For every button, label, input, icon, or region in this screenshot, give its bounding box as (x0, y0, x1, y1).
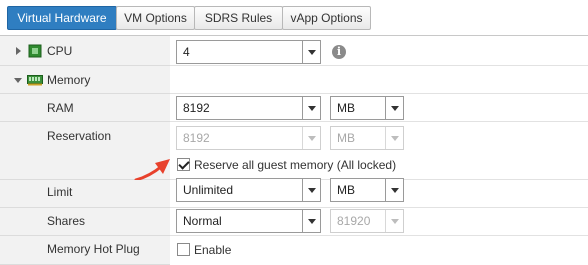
cpu-chip-icon (28, 44, 42, 58)
chevron-down-icon[interactable] (302, 210, 320, 232)
limit-unit-select[interactable]: MB (330, 178, 404, 202)
hot-plug-label: Memory Hot Plug (47, 242, 140, 256)
reserve-all-label: Reserve all guest memory (All locked) (194, 158, 397, 172)
tab-vm-options[interactable]: VM Options (116, 6, 195, 30)
reservation-label: Reservation (47, 129, 112, 143)
shares-amount: 81920 (337, 214, 371, 228)
limit-value-input[interactable]: Unlimited (176, 178, 321, 202)
hot-plug-enable-label: Enable (194, 243, 232, 257)
shares-amount-input: 81920 (330, 209, 404, 233)
reservation-unit-select: MB (330, 126, 404, 150)
cpu-row: CPU 4 i (0, 36, 588, 66)
limit-row: Limit Unlimited MB (0, 178, 588, 208)
shares-label: Shares (47, 214, 86, 228)
ram-value: 8192 (183, 101, 210, 115)
shares-level-select[interactable]: Normal (176, 209, 321, 233)
cpu-label-cell: CPU (0, 36, 170, 66)
chevron-down-icon (385, 210, 403, 232)
hot-plug-row: Memory Hot Plug Enable (0, 236, 588, 265)
ram-value-input[interactable]: 8192 (176, 96, 321, 120)
ram-unit-select[interactable]: MB (330, 96, 404, 120)
chevron-down-icon (385, 127, 403, 149)
shares-level: Normal (183, 214, 222, 228)
chevron-down-icon[interactable] (302, 97, 320, 119)
hot-plug-checkbox[interactable] (177, 243, 190, 256)
memory-module-icon (27, 75, 43, 86)
shares-row: Shares Normal 81920 (0, 208, 588, 236)
chevron-down-icon[interactable] (385, 179, 403, 201)
tab-vapp-options[interactable]: vApp Options (282, 6, 371, 30)
cpu-count-value: 4 (183, 45, 190, 59)
ram-row: RAM 8192 MB (0, 94, 588, 122)
memory-label: Memory (47, 73, 91, 87)
reservation-value: 8192 (183, 131, 210, 145)
limit-value: Unlimited (183, 183, 234, 197)
cpu-count-select[interactable]: 4 (176, 40, 321, 64)
tab-bar: Virtual Hardware VM Options SDRS Rules v… (0, 0, 588, 36)
expand-caret-icon[interactable] (16, 47, 21, 55)
chevron-down-icon[interactable] (302, 179, 320, 201)
limit-label: Limit (47, 185, 73, 199)
tab-sdrs-rules[interactable]: SDRS Rules (194, 6, 283, 30)
limit-unit: MB (337, 183, 355, 197)
ram-label: RAM (47, 101, 74, 115)
chevron-down-icon[interactable] (302, 41, 320, 63)
collapse-caret-icon[interactable] (14, 78, 22, 83)
reserve-all-checkbox[interactable] (177, 158, 190, 171)
memory-row: Memory (0, 66, 588, 94)
reservation-row: Reservation 8192 MB Reserve all guest me… (0, 122, 588, 180)
chevron-down-icon (302, 127, 320, 149)
info-icon[interactable]: i (332, 45, 346, 59)
cpu-label: CPU (47, 44, 73, 58)
chevron-down-icon[interactable] (385, 97, 403, 119)
ram-unit: MB (337, 101, 355, 115)
memory-label-cell: Memory (0, 66, 170, 94)
reservation-value-input: 8192 (176, 126, 321, 150)
tab-virtual-hardware[interactable]: Virtual Hardware (7, 6, 117, 30)
reservation-unit: MB (337, 131, 355, 145)
